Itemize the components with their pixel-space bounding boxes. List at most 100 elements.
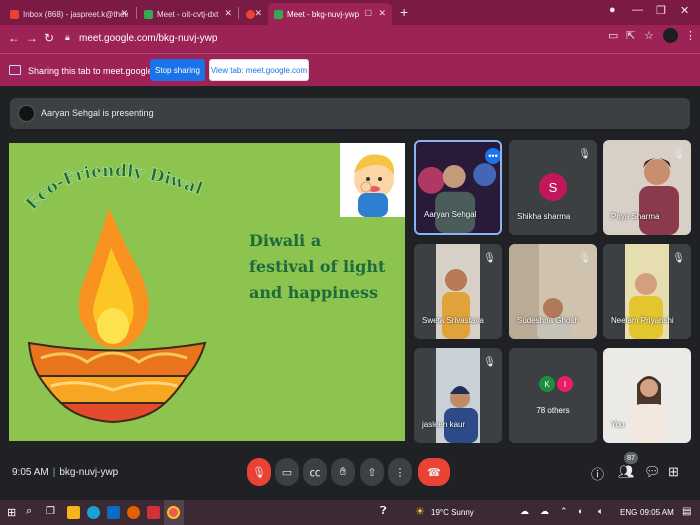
url-field[interactable]: 🔒︎ meet.google.com/bkg-nuvj-ywp [60,29,700,49]
file-explorer-icon[interactable] [67,506,80,519]
share-icon[interactable]: ⇱ [626,29,635,42]
tab-inbox[interactable]: Inbox (868) - jaspreet.k@theindia ✕ [4,3,134,25]
tab-meet-bkg[interactable]: Meet - bkg-nuvj-ywp ▢ ✕ [268,3,392,25]
people-count-badge: 87 [624,452,638,464]
search-icon[interactable]: ⌕ [26,505,32,518]
slide-line: Diwali a [249,231,322,250]
browser-tab-strip: Inbox (868) - jaspreet.k@theindia ✕ Meet… [0,0,700,25]
screen-share-icon [9,65,21,75]
slide-body-text: Diwali a festival of light and happiness [249,228,399,306]
volume-icon[interactable]: 🔈︎ [598,506,603,517]
participant-tile[interactable]: You [603,348,691,443]
tray-icon[interactable]: ◐ [578,506,583,516]
maximize-icon[interactable]: ❐ [656,4,666,17]
avatar: S [539,173,567,201]
tray-icon[interactable]: ☁︎ [520,506,529,517]
svg-text:Eco-Friendly Diwali: Eco-Friendly Diwali [23,149,203,214]
close-window-icon[interactable]: ✕ [680,4,689,17]
windows-start-icon[interactable]: ⊞ [7,506,16,519]
tab-meet-oit[interactable]: Meet - oit-cvtj-dxt ✕ [138,3,238,25]
edge-icon[interactable] [87,506,100,519]
raise-hand-button[interactable]: ✋︎ [331,458,355,486]
chevron-up-icon[interactable]: ⌃ [560,506,568,517]
more-options-button[interactable]: ⋮ [388,458,412,486]
more-options-button[interactable]: ••• [485,148,500,164]
tab-recording[interactable]: ✕ [240,3,268,25]
meet-icon [144,9,153,19]
captions-icon: ㏄ [309,467,321,479]
firefox-icon[interactable] [127,506,140,519]
slide-line: festival of light [249,257,386,276]
camera-toggle-button[interactable]: ▭ [275,458,299,486]
stop-sharing-button[interactable]: Stop sharing [150,59,205,81]
present-button[interactable]: ⇧ [360,458,384,486]
participant-name: jasleen kaur [422,420,466,429]
tab-title: Meet - oit-cvtj-dxt [157,9,219,19]
office-icon[interactable] [147,506,160,519]
activities-icon[interactable]: ⊞ [668,464,679,480]
tab-title: Meet - bkg-nuvj-ywp [287,9,360,19]
presenting-label: Aaryan Sehgal is presenting [41,108,154,118]
participant-tile[interactable]: K I 78 others [509,348,597,443]
slide-title-text: Eco-Friendly Diwali [23,149,203,215]
meet-icon [274,9,283,19]
minimize-icon[interactable]: — [632,4,643,16]
hand-icon: ✋︎ [339,465,347,478]
participant-tile[interactable]: 🎙︎ Priya Sharma [603,140,691,235]
avatar: K [539,376,555,392]
info-icon[interactable]: ⓘ [591,464,604,483]
close-icon[interactable]: ✕ [120,8,128,19]
mic-off-icon: 🎙︎ [483,357,496,368]
tray-icon[interactable]: ☁︎ [540,506,549,517]
people-icon[interactable]: 👥︎ [618,464,635,480]
participant-tile[interactable]: 🎙︎ Neelam Priyanshi [603,244,691,339]
mic-off-icon: 🎙︎ [252,466,266,479]
weather-text[interactable]: 19°C Sunny [431,508,474,517]
reload-icon[interactable]: ↻ [44,31,54,45]
active-app-highlight [164,500,184,525]
close-icon[interactable]: ✕ [254,8,262,19]
participant-name: Shikha sharma [517,212,571,221]
lock-icon[interactable]: 🔒︎ [65,32,70,43]
store-icon[interactable] [107,506,120,519]
chat-icon[interactable]: 💬︎ [644,464,661,480]
url-text[interactable]: meet.google.com/bkg-nuvj-ywp [79,33,217,44]
mic-off-icon: 🎙︎ [578,253,591,264]
mic-off-icon: 🎙︎ [483,253,496,264]
close-icon[interactable]: ✕ [224,8,232,19]
mic-toggle-button[interactable]: 🎙︎ [247,458,271,486]
present-screen-icon: ⇧ [367,466,377,479]
mic-off-icon: 🎙︎ [578,149,591,160]
others-count: 78 others [536,406,570,415]
presenting-banner: Aaryan Sehgal is presenting [10,98,690,129]
view-tab-button[interactable]: View tab: meet.google.com [209,59,309,81]
back-icon[interactable]: ← [8,31,20,45]
language-indicator[interactable]: ENG [620,508,637,517]
plus-icon[interactable]: + [400,4,408,20]
help-icon[interactable]: ❓︎ [380,505,387,518]
notification-icon[interactable]: ▤ [682,506,691,517]
participant-tile[interactable]: 🎙︎ S Shikha sharma [509,140,597,235]
participant-tile[interactable]: 🎙︎ Sweta Srivastava [414,244,502,339]
profile-avatar[interactable] [663,28,678,43]
tab-sharing-bar: Sharing this tab to meet.google.com Stop… [0,53,700,86]
meeting-time: 9:05 AM [12,467,49,478]
mic-off-icon: 🎙︎ [672,253,685,264]
participant-tile[interactable]: 🎙︎ Sudeshna Ghosh [509,244,597,339]
tab-title: Inbox (868) - jaspreet.k@theindia [23,9,128,19]
participant-tile[interactable]: 🎙︎ jasleen kaur [414,348,502,443]
participant-tile[interactable]: ••• Aaryan Sehgal [414,140,502,235]
video-camera-icon: ▭ [281,466,293,479]
captions-button[interactable]: ㏄ [303,458,327,486]
emoji-child-illustration [340,143,405,217]
menu-kebab-icon[interactable]: ⋮ [685,29,696,42]
diya-lamp-illustration [27,208,207,424]
leave-call-button[interactable]: ☎︎ [418,458,450,486]
close-icon[interactable]: ✕ [378,8,386,19]
bookmark-star-icon[interactable]: ☆ [644,29,654,42]
taskbar-clock[interactable]: 09:05 AM [640,508,674,517]
forward-icon[interactable]: → [26,31,38,45]
camera-icon[interactable]: ▭ [608,29,618,42]
more-vert-icon: ⋮ [394,466,406,479]
task-view-icon[interactable]: ❒ [46,506,55,517]
